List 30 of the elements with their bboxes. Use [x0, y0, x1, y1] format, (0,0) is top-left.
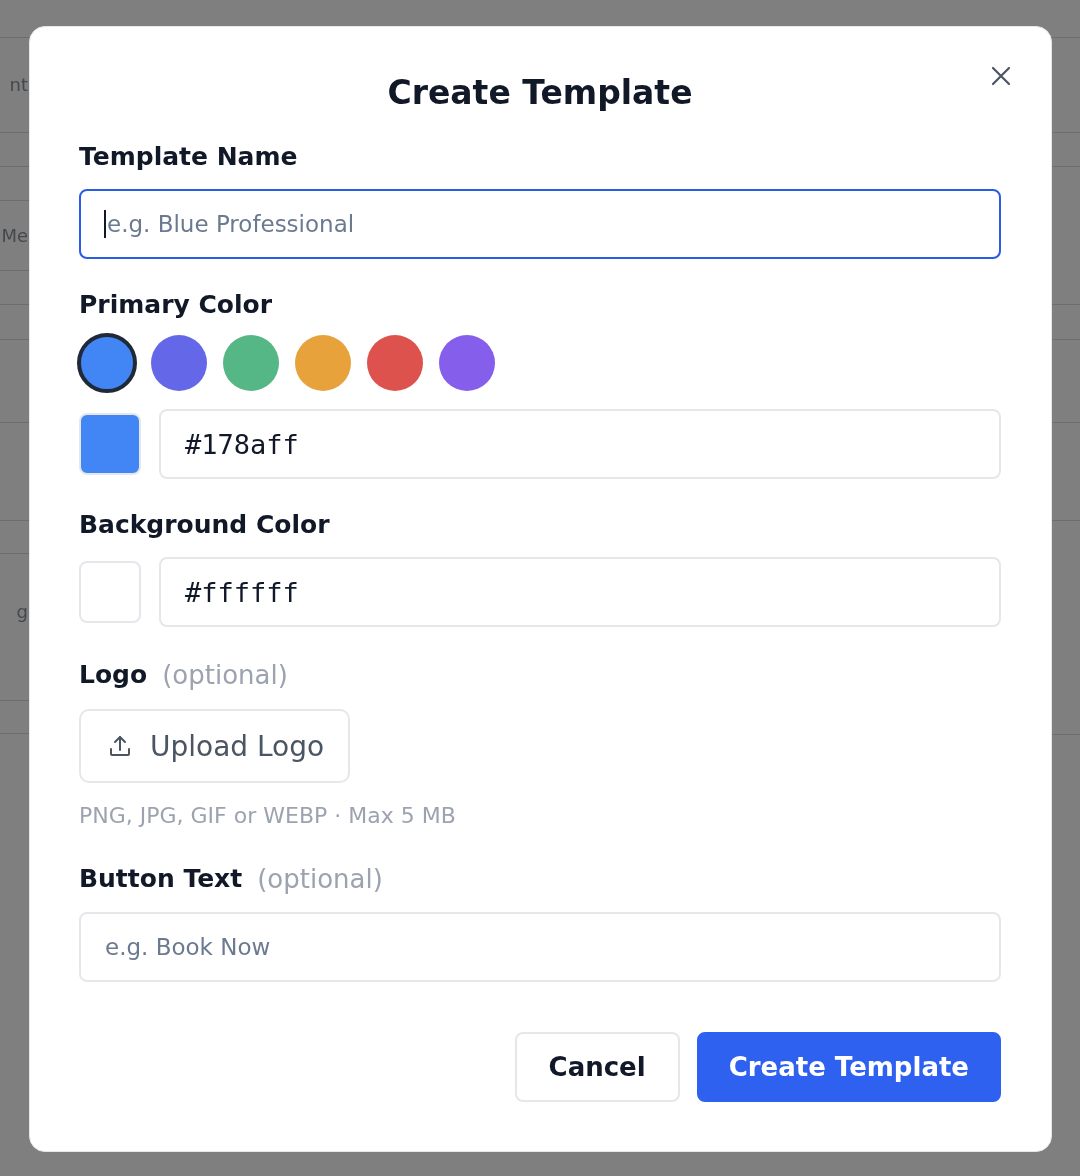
color-swatch-icon[interactable] — [295, 335, 351, 391]
close-button[interactable] — [991, 66, 1011, 86]
optional-note: (optional) — [257, 863, 383, 895]
text-input-field[interactable]: e.g. Blue Professional — [79, 189, 1001, 259]
background-text: Me — [1, 224, 28, 247]
hex-input-field[interactable]: #178aff — [159, 409, 1001, 479]
optional-note: (optional) — [162, 659, 288, 691]
upload-button[interactable]: Upload Logo — [79, 709, 351, 783]
color-swatch-icon[interactable] — [223, 335, 279, 391]
create-button[interactable]: Create Template — [696, 1032, 1001, 1102]
color-swatch-icon[interactable] — [77, 333, 137, 393]
field-label: Primary Color — [79, 289, 273, 321]
upload-hint: PNG, JPG, GIF or WEBP · Max 5 MB — [79, 802, 456, 830]
color-swatch-icon[interactable] — [367, 335, 423, 391]
upload-icon — [109, 735, 131, 757]
cancel-button[interactable]: Cancel — [514, 1032, 680, 1102]
dialog-title: Create Template — [387, 73, 693, 113]
background-text: nt — [9, 74, 28, 96]
background-text: g — [16, 601, 28, 623]
hex-input-field[interactable]: #ffffff — [159, 557, 1001, 627]
field-label: Template Name — [79, 141, 298, 173]
color-preview-icon[interactable] — [79, 413, 141, 475]
field-label: Logo — [79, 659, 148, 691]
color-preview-icon[interactable] — [79, 561, 141, 623]
field-label: Background Color — [79, 509, 330, 541]
close-icon — [991, 66, 1011, 86]
color-swatch-icon[interactable] — [439, 335, 495, 391]
color-swatch-icon[interactable] — [151, 335, 207, 391]
text-caret-icon — [104, 210, 106, 238]
field-label: Button Text — [79, 863, 243, 895]
